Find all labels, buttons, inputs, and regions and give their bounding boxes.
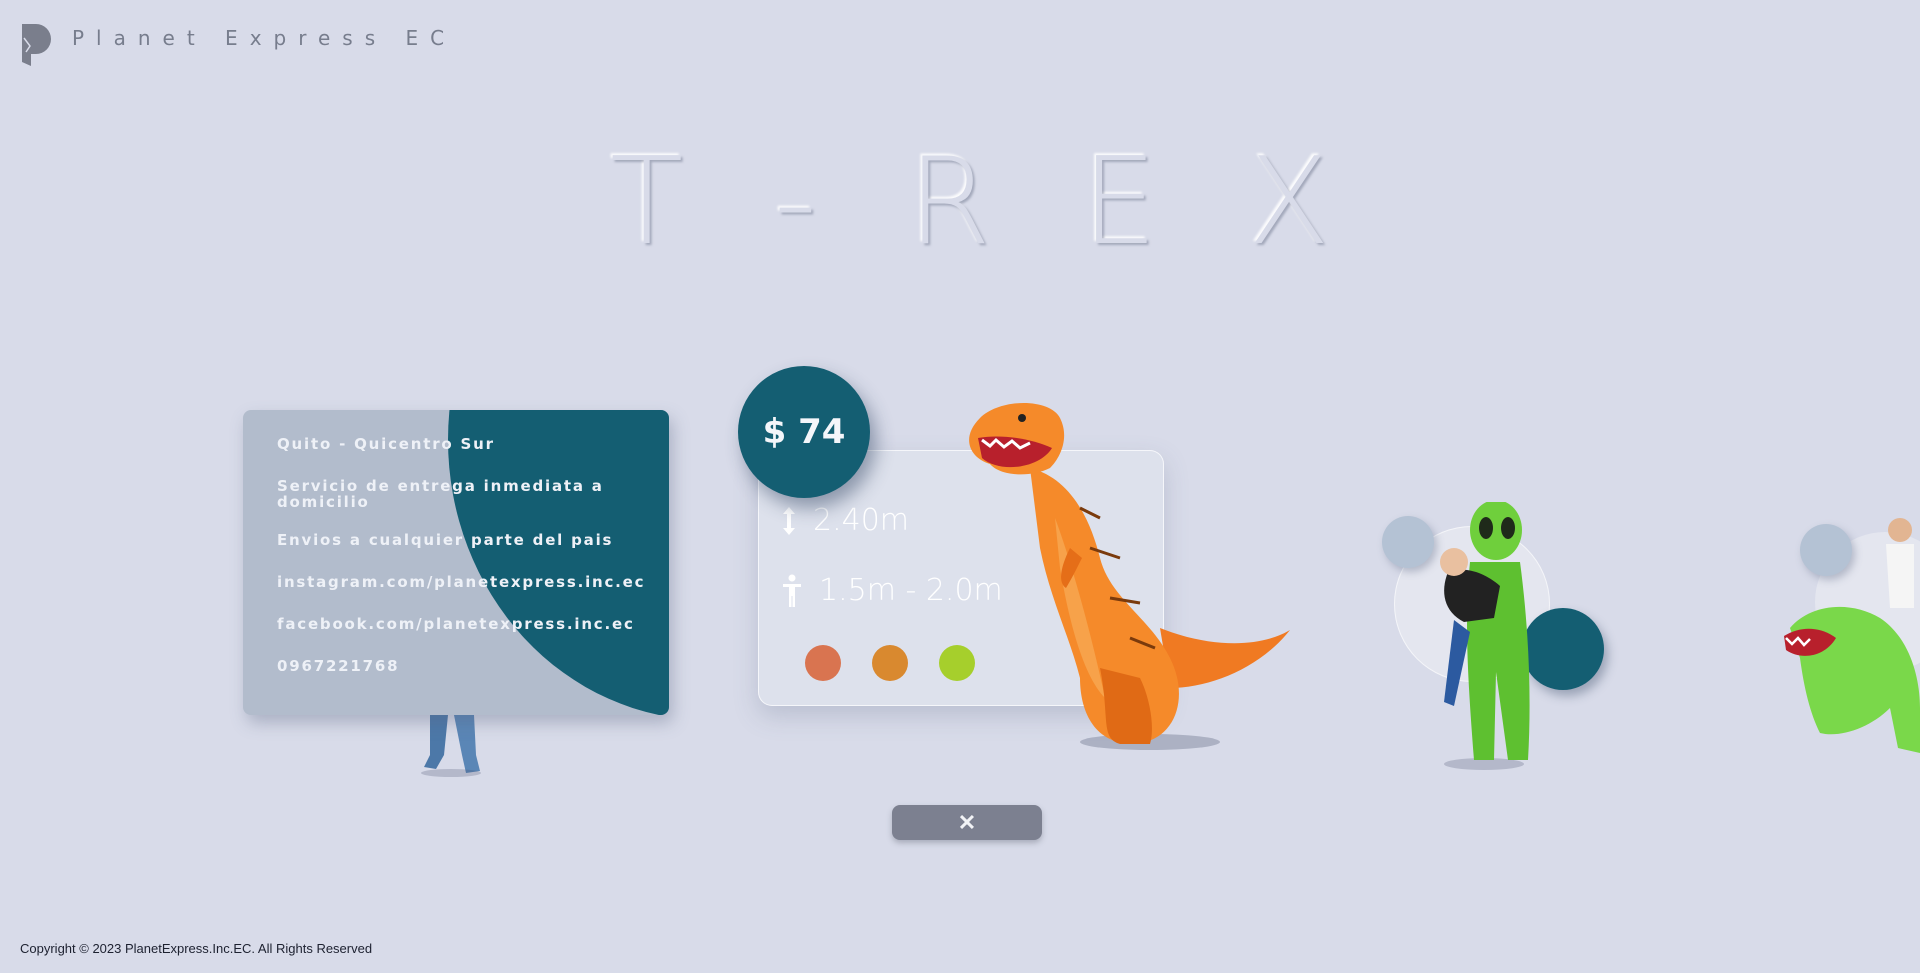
height-spec: 2.40m xyxy=(779,503,909,538)
costume-legs-image xyxy=(421,715,481,777)
copyright-text: Copyright © 2023 PlanetExpress.Inc.EC. A… xyxy=(20,941,373,956)
title-letter: - xyxy=(773,133,818,272)
brand-name[interactable]: Planet Express EC xyxy=(72,26,456,50)
instagram-link[interactable]: instagram.com/planetexpress.inc.ec xyxy=(277,574,649,590)
title-letter: E xyxy=(1081,133,1158,272)
shipping-info: Envios a cualquier parte del pais xyxy=(277,531,614,549)
product-title: T - R E X xyxy=(610,138,1330,268)
delivery-info: Servicio de entrega inmediata a domicili… xyxy=(277,477,604,511)
phone-number[interactable]: 0967221768 xyxy=(277,658,649,674)
color-swatch-orange-red[interactable] xyxy=(805,645,841,681)
title-letter: R xyxy=(907,133,991,272)
planet-express-logo-icon[interactable] xyxy=(20,22,52,68)
height-value: 2.40m xyxy=(813,503,910,538)
trex-costume-image xyxy=(969,403,1290,750)
title-letter: T xyxy=(610,133,684,272)
person-icon xyxy=(783,574,801,607)
facebook-link[interactable]: facebook.com/planetexpress.inc.ec xyxy=(277,616,649,632)
vertical-arrows-icon xyxy=(783,506,795,535)
store-info-card: Quito - Quicentro Sur Servicio de entreg… xyxy=(243,410,669,715)
alien-costume-image xyxy=(1440,502,1530,770)
price-badge: $ 74 xyxy=(738,366,870,498)
close-button[interactable]: ✕ xyxy=(892,805,1042,840)
color-options xyxy=(805,645,975,681)
color-swatch-orange[interactable] xyxy=(872,645,908,681)
title-letter: X xyxy=(1247,133,1330,272)
green-trex-costume-image xyxy=(1784,518,1920,753)
store-location: Quito - Quicentro Sur xyxy=(277,435,495,453)
